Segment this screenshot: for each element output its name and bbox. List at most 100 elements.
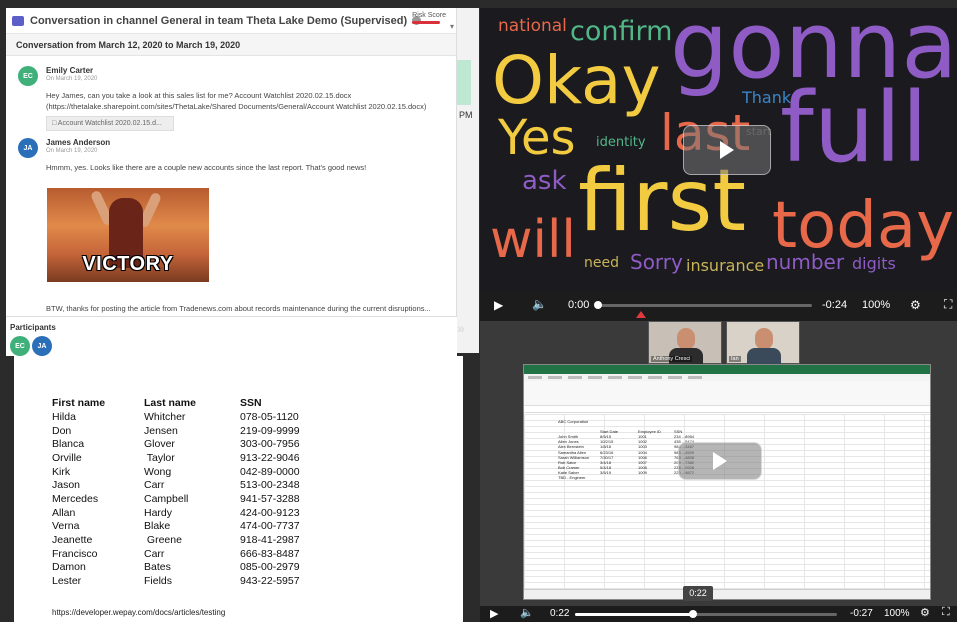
wordcloud-word: ask (522, 166, 567, 196)
table-row: Jason Carr 513-00-2348 (52, 478, 320, 492)
seek-thumb[interactable] (594, 301, 602, 309)
message-sender: Emily Carter (46, 66, 94, 75)
zoom-level[interactable]: 100% (884, 608, 910, 619)
camera-label: Ian (729, 356, 741, 362)
excel-status-bar (524, 589, 930, 599)
attachment-chip[interactable]: □ Account Watchlist 2020.02.15.d... (46, 116, 174, 131)
table-cell: Kirk (52, 465, 71, 478)
table-cell: 941-57-3288 (240, 492, 300, 505)
participant-camera: Ian (726, 321, 800, 365)
table-cell: Jeanette (52, 534, 93, 547)
excel-ribbon (524, 381, 930, 406)
table-cell: Carr (144, 479, 165, 492)
table-cell: 424-00-9123 (240, 506, 300, 519)
table-cell: Wong (144, 465, 172, 478)
gear-icon[interactable]: ⚙ (920, 606, 930, 619)
message-link[interactable]: (https://thetalake.sharepoint.com/sites/… (46, 101, 426, 112)
participant-camera: Anthony Cresci (648, 321, 722, 365)
table-cell: Bates (144, 561, 171, 574)
camera-label: Anthony Cresci (651, 356, 693, 362)
participant-avatar[interactable]: EC (10, 336, 30, 356)
table-cell: Blanca (52, 438, 85, 451)
seek-bar[interactable] (597, 304, 812, 307)
wordcloud-word: confirm (570, 16, 673, 47)
play-button-overlay[interactable] (678, 442, 762, 480)
message-preview: BTW, thanks for posting the article from… (46, 304, 431, 313)
seek-thumb[interactable] (688, 610, 697, 618)
table-cell: 219-09-9999 (240, 424, 300, 437)
spreadsheet-cell (600, 475, 638, 480)
wordcloud-word: Okay (492, 42, 661, 119)
fullscreen-icon[interactable]: ⛶ (944, 297, 952, 312)
spreadsheet-cell: TBD - Engineer (558, 475, 586, 481)
ribbon-tab[interactable] (568, 376, 582, 379)
current-time: 0:00 (568, 299, 590, 311)
avatar: JA (18, 138, 38, 158)
column-header: Last name (144, 397, 196, 409)
message-text: Hey James, can you take a look at this s… (46, 91, 352, 100)
attachment-name: Account Watchlist 2020.02.15.d... (57, 120, 162, 127)
table-row: Francisco Carr 666-83-8487 (52, 547, 320, 561)
fullscreen-icon[interactable]: ⛶ (942, 606, 950, 619)
gif-caption: VICTORY (82, 253, 174, 275)
table-cell: Hardy (144, 506, 173, 519)
ribbon-tab[interactable] (548, 376, 562, 379)
gear-icon[interactable]: ⚙ (910, 298, 921, 312)
table-cell: 474-00-7737 (240, 520, 300, 533)
excel-ribbon-tabs (524, 374, 930, 381)
chevron-down-icon[interactable]: ▾ (450, 22, 454, 31)
spreadsheet-cell: ABC Corporation (558, 419, 589, 424)
ribbon-tab[interactable] (628, 376, 642, 379)
table-cell: Orville (52, 451, 82, 464)
message-text: Hmmm, yes. Looks like there are a couple… (46, 163, 367, 172)
flag-marker[interactable] (636, 311, 646, 318)
table-row: Blanca Glover 303-00-7956 (52, 437, 320, 451)
meeting-video[interactable]: Anthony Cresci Ian ABC Corporation Start… (480, 321, 957, 606)
risk-score-label: Risk Score (412, 12, 446, 19)
play-button-overlay[interactable] (683, 125, 771, 175)
table-cell: 913-22-9046 (240, 451, 300, 464)
table-cell: Glover (144, 438, 175, 451)
document-preview: First name Last name SSN Hilda Whitcher 07… (14, 356, 463, 622)
play-icon[interactable]: ▶ (490, 607, 498, 620)
ribbon-tab[interactable] (688, 376, 702, 379)
document-link[interactable]: https://developer.wepay.com/docs/article… (52, 608, 225, 617)
participants-panel: Participants EC JA (6, 316, 457, 356)
play-icon[interactable]: ▶ (494, 298, 503, 312)
ribbon-tab[interactable] (588, 376, 602, 379)
ribbon-tab[interactable] (668, 376, 682, 379)
table-cell: Greene (144, 534, 182, 547)
table-row: Verna Blake 474-00-7737 (52, 520, 320, 534)
table-cell: Mercedes (52, 492, 99, 505)
volume-icon[interactable]: 🔈 (520, 606, 534, 619)
ribbon-tab[interactable] (608, 376, 622, 379)
table-row: Jeanette Greene 918-41-2987 (52, 533, 320, 547)
remaining-time: -0:24 (822, 299, 848, 311)
table-cell: 085-00-2979 (240, 561, 300, 574)
table-row: Mercedes Campbell 941-57-3288 (52, 492, 320, 506)
table-row: Lester Fields 943-22-5957 (52, 574, 320, 588)
ribbon-tab[interactable] (528, 376, 542, 379)
wordcloud-word: full (780, 72, 928, 184)
camera-body (747, 348, 781, 365)
zoom-level[interactable]: 100% (862, 299, 890, 311)
wordcloud-word: number (766, 250, 845, 274)
participant-avatar[interactable]: JA (32, 336, 52, 356)
seek-tooltip: 0:22 (683, 586, 713, 601)
table-cell: 666-83-8487 (240, 547, 300, 560)
table-cell: Carr (144, 547, 165, 560)
wordcloud-word: Yes (498, 110, 576, 166)
hidden-panel-text: PM (459, 110, 473, 120)
risk-score[interactable]: Risk Score ▾ (412, 12, 454, 31)
volume-icon[interactable]: 🔈 (532, 297, 547, 311)
expand-icon[interactable]: » (457, 320, 475, 340)
teams-icon (12, 15, 24, 26)
table-cell: 918-41-2987 (240, 534, 300, 547)
table-row: Hilda Whitcher 078-05-1120 (52, 410, 320, 424)
camera-face (755, 328, 773, 350)
ribbon-tab[interactable] (648, 376, 662, 379)
table-cell: Francisco (52, 547, 98, 560)
formula-bar (524, 406, 930, 413)
table-cell: Taylor (144, 451, 175, 464)
table-cell: Hilda (52, 410, 76, 423)
